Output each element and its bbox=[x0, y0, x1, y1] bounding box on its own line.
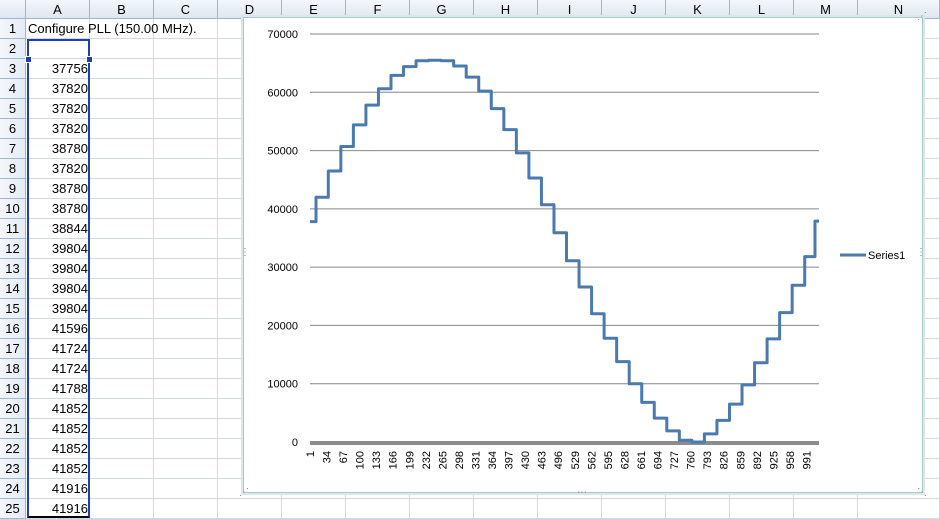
x-tick-label: 529 bbox=[570, 451, 582, 469]
selection-handle-top-right[interactable] bbox=[86, 56, 93, 63]
x-tick-label: 463 bbox=[537, 451, 549, 469]
x-tick-label: 562 bbox=[586, 451, 598, 469]
gridline-horizontal bbox=[26, 498, 940, 499]
row-header-12[interactable]: 12 bbox=[0, 239, 26, 259]
y-tick-label: 50000 bbox=[267, 146, 298, 158]
row-header-1[interactable]: 1 bbox=[0, 19, 26, 39]
row-header-17[interactable]: 17 bbox=[0, 339, 26, 359]
spreadsheet: ABCDEFGHIJKLMN 1 2 3 4 5 6 7 8 9 10 11 12 13 14 15 16 17… bbox=[0, 0, 940, 519]
row-header-14[interactable]: 14 bbox=[0, 279, 26, 299]
x-tick-label: 430 bbox=[520, 451, 532, 469]
x-tick-label: 628 bbox=[619, 451, 631, 469]
row-header-19[interactable]: 19 bbox=[0, 379, 26, 399]
row-header-15[interactable]: 15 bbox=[0, 299, 26, 319]
row-header-3[interactable]: 3 bbox=[0, 59, 26, 79]
x-tick-label: 694 bbox=[653, 451, 665, 469]
x-tick-label: 265 bbox=[437, 451, 449, 469]
row-header-4[interactable]: 4 bbox=[0, 79, 26, 99]
y-tick-label: 10000 bbox=[267, 379, 298, 391]
row-header-23[interactable]: 23 bbox=[0, 459, 26, 479]
x-tick-label: 760 bbox=[686, 451, 698, 469]
row-header-16[interactable]: 16 bbox=[0, 319, 26, 339]
row-header-7[interactable]: 7 bbox=[0, 139, 26, 159]
row-header-2[interactable]: 2 bbox=[0, 39, 26, 59]
x-tick-label: 727 bbox=[669, 451, 681, 469]
x-tick-label: 991 bbox=[801, 451, 813, 469]
x-tick-label: 925 bbox=[768, 451, 780, 469]
line-chart: 70000 60000 50000 40000 30000 20000 10000 0 1 34 6… bbox=[267, 29, 905, 469]
row-header-11[interactable]: 11 bbox=[0, 219, 26, 239]
x-tick-label: 199 bbox=[404, 451, 416, 469]
x-tick-label: 133 bbox=[371, 451, 383, 469]
column-header-a[interactable]: A bbox=[26, 0, 90, 19]
y-tick-label: 0 bbox=[292, 437, 298, 449]
x-tick-label: 34 bbox=[322, 451, 334, 463]
selection-handle-top-left[interactable] bbox=[25, 56, 32, 63]
row-header-21[interactable]: 21 bbox=[0, 419, 26, 439]
legend-label: Series1 bbox=[868, 250, 905, 262]
chart-resize-bottom-left[interactable]: ⋰ bbox=[239, 488, 249, 498]
row-header-18[interactable]: 18 bbox=[0, 359, 26, 379]
x-axis bbox=[310, 441, 819, 445]
y-tick-label: 20000 bbox=[267, 320, 298, 332]
column-header-c[interactable]: C bbox=[154, 0, 218, 19]
x-tick-label: 298 bbox=[454, 451, 466, 469]
x-tick-label: 364 bbox=[487, 451, 499, 469]
row-header-20[interactable]: 20 bbox=[0, 399, 26, 419]
x-tick-label: 232 bbox=[421, 451, 433, 469]
row-header-9[interactable]: 9 bbox=[0, 179, 26, 199]
selected-range-a bbox=[27, 39, 90, 518]
chart-resize-right[interactable]: ⋮ bbox=[916, 248, 926, 258]
row-header-24[interactable]: 24 bbox=[0, 479, 26, 499]
select-all-corner[interactable] bbox=[0, 0, 26, 19]
x-tick-label: 1 bbox=[305, 451, 317, 457]
x-tick-label: 826 bbox=[719, 451, 731, 469]
y-tick-label: 40000 bbox=[267, 204, 298, 216]
chart-resize-bottom-right[interactable]: ⋱ bbox=[917, 488, 927, 498]
chart-object[interactable]: 70000 60000 50000 40000 30000 20000 10000 0 1 34 6… bbox=[239, 12, 927, 498]
x-tick-label: 958 bbox=[785, 451, 797, 469]
x-tick-label: 100 bbox=[355, 451, 367, 469]
chart-resize-bottom[interactable]: ⋯ bbox=[577, 488, 587, 498]
row-header-8[interactable]: 8 bbox=[0, 159, 26, 179]
x-tick-label: 892 bbox=[752, 451, 764, 469]
y-tick-label: 60000 bbox=[267, 87, 298, 99]
row-header-13[interactable]: 13 bbox=[0, 259, 26, 279]
row-header-6[interactable]: 6 bbox=[0, 119, 26, 139]
x-tick-label: 859 bbox=[735, 451, 747, 469]
series-line-series1 bbox=[310, 58, 819, 444]
y-tick-label: 30000 bbox=[267, 262, 298, 274]
cell-a1[interactable]: Configure PLL (150.00 MHz). bbox=[28, 19, 197, 39]
x-tick-label: 595 bbox=[603, 451, 615, 469]
row-header-5[interactable]: 5 bbox=[0, 99, 26, 119]
x-tick-label: 496 bbox=[553, 451, 565, 469]
y-tick-label: 70000 bbox=[267, 29, 298, 41]
row-header-25[interactable]: 25 bbox=[0, 499, 26, 519]
row-header-10[interactable]: 10 bbox=[0, 199, 26, 219]
row-header-22[interactable]: 22 bbox=[0, 439, 26, 459]
chart-resize-top-right[interactable]: ⋰ bbox=[917, 12, 927, 22]
x-tick-label: 166 bbox=[388, 451, 400, 469]
gridline-vertical bbox=[217, 19, 218, 518]
x-tick-label: 67 bbox=[338, 451, 350, 463]
column-header-b[interactable]: B bbox=[90, 0, 154, 19]
x-tick-label: 661 bbox=[636, 451, 648, 469]
x-tick-label: 397 bbox=[504, 451, 516, 469]
chart-resize-left[interactable]: ⋮ bbox=[240, 248, 250, 258]
x-tick-label: 793 bbox=[702, 451, 714, 469]
x-tick-label: 331 bbox=[470, 451, 482, 469]
gridline-vertical bbox=[153, 19, 154, 518]
